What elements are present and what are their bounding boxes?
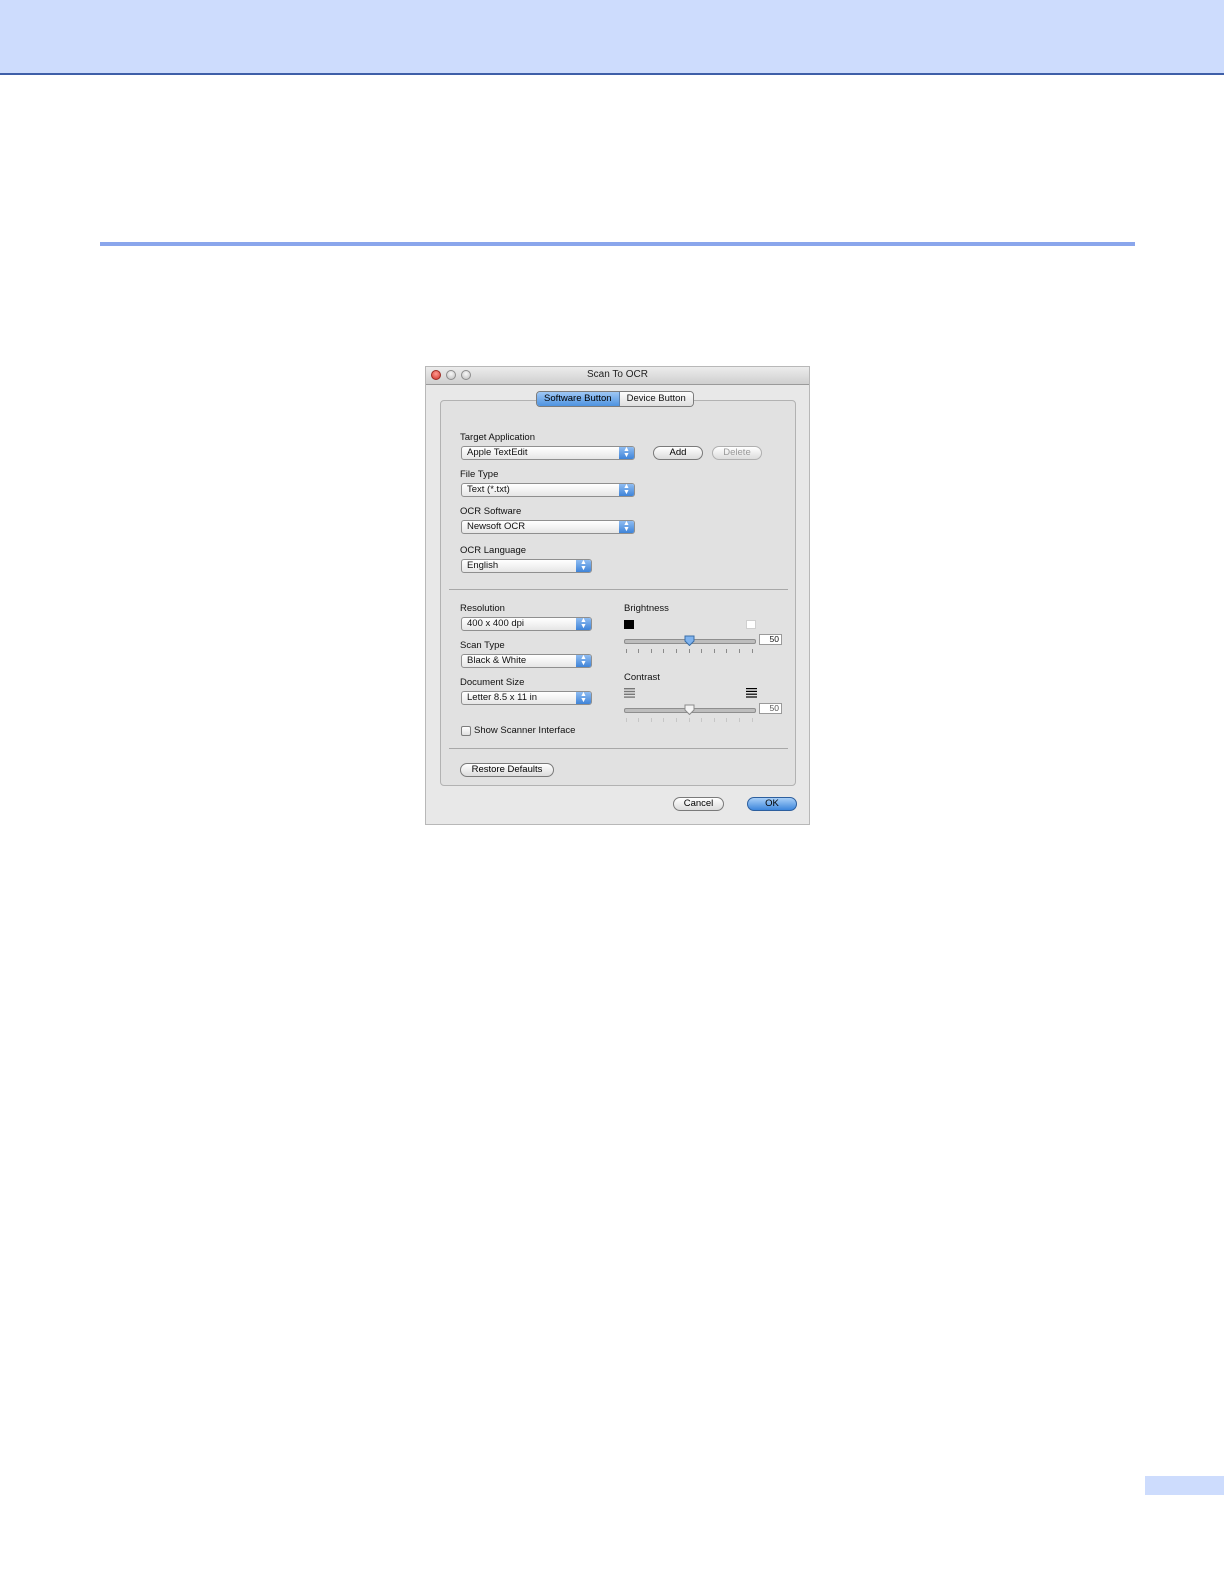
window-title: Scan To OCR [587,369,648,380]
popup-arrows-icon: ▲ ▼ [619,484,634,496]
cancel-button[interactable]: Cancel [673,797,724,811]
brightness-tick-marks [626,649,754,654]
popup-arrows-icon: ▲ ▼ [619,447,634,459]
ok-button[interactable]: OK [747,797,797,811]
title-bar[interactable]: Scan To OCR [426,367,809,385]
file-type-value: Text (*.txt) [467,484,510,495]
show-scanner-interface-checkbox[interactable] [461,726,471,736]
ocr-language-value: English [467,560,499,571]
contrast-label: Contrast [624,672,660,683]
add-button[interactable]: Add [653,446,703,460]
light-square-icon [746,620,756,629]
brightness-slider-knob[interactable] [684,635,695,646]
resolution-popup[interactable]: 400 x 400 dpi ▲ ▼ [461,617,592,631]
popup-arrows-icon: ▲ ▼ [619,521,634,533]
brightness-label: Brightness [624,603,669,614]
high-contrast-icon [746,688,757,698]
document-size-popup[interactable]: Letter 8.5 x 11 in ▲ ▼ [461,691,592,705]
resolution-value: 400 x 400 dpi [467,618,525,629]
document-size-label: Document Size [460,677,525,688]
file-type-popup[interactable]: Text (*.txt) ▲ ▼ [461,483,635,497]
scan-type-label: Scan Type [460,640,505,651]
brightness-value-field[interactable]: 50 [759,634,782,645]
file-type-label: File Type [460,469,499,480]
separator [449,748,788,749]
ocr-language-label: OCR Language [460,545,527,556]
popup-arrows-icon: ▲ ▼ [576,692,591,704]
section-divider [100,242,1135,246]
contrast-slider-knob[interactable] [684,704,695,715]
contrast-value-field[interactable]: 50 [759,703,782,714]
scan-type-value: Black & White [467,655,527,666]
dark-square-icon [624,620,634,629]
page-number-tab [1145,1476,1224,1495]
target-application-popup[interactable]: Apple TextEdit ▲ ▼ [461,446,635,460]
popup-arrows-icon: ▲ ▼ [576,618,591,630]
ocr-language-popup[interactable]: English ▲ ▼ [461,559,592,573]
page-header-band [0,0,1224,75]
tab-bar: Software Button Device Button [536,391,694,407]
ocr-software-label: OCR Software [460,506,522,517]
tab-software-button[interactable]: Software Button [537,392,620,406]
target-application-value: Apple TextEdit [467,447,528,458]
popup-arrows-icon: ▲ ▼ [576,560,591,572]
show-scanner-interface-label: Show Scanner Interface [474,725,576,736]
contrast-tick-marks [626,718,754,723]
settings-panel: Target Application Apple TextEdit ▲ ▼ Add… [440,400,796,786]
separator [449,589,788,590]
document-size-value: Letter 8.5 x 11 in [467,692,538,703]
delete-button[interactable]: Delete [712,446,762,460]
scan-type-popup[interactable]: Black & White ▲ ▼ [461,654,592,668]
tab-device-button[interactable]: Device Button [619,392,693,406]
scan-to-ocr-dialog: Scan To OCR Software Button Device Butto… [425,366,810,825]
restore-defaults-button[interactable]: Restore Defaults [460,763,554,777]
ocr-software-popup[interactable]: Newsoft OCR ▲ ▼ [461,520,635,534]
target-application-label: Target Application [460,432,535,443]
ocr-software-value: Newsoft OCR [467,521,526,532]
resolution-label: Resolution [460,603,505,614]
popup-arrows-icon: ▲ ▼ [576,655,591,667]
low-contrast-icon [624,688,635,698]
